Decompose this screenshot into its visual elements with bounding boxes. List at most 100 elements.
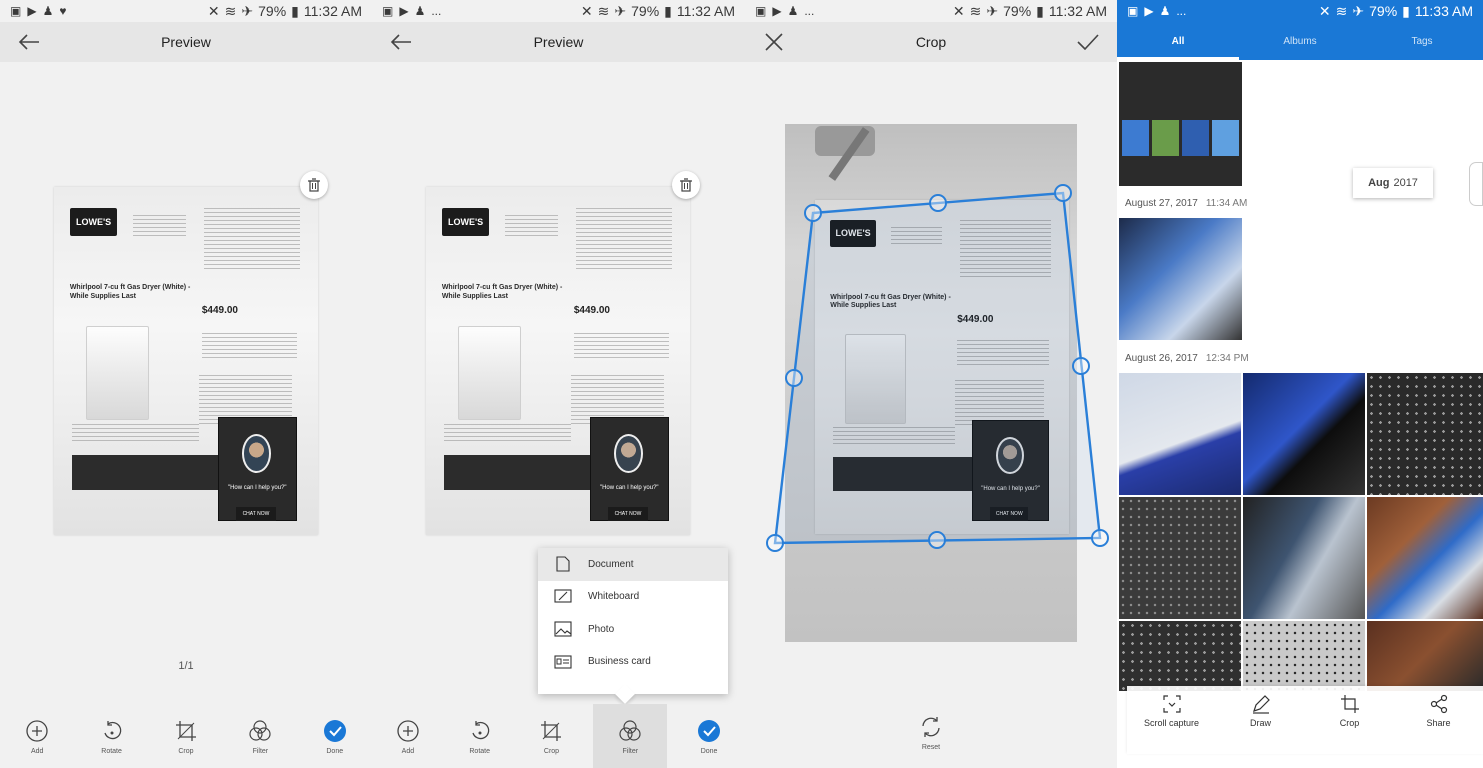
gallery-notification-icon: ▣ <box>1127 4 1139 18</box>
reset-button[interactable]: Reset <box>745 716 1117 751</box>
more-notifications-icon: ... <box>1176 4 1187 18</box>
crop-button[interactable]: Crop <box>521 720 581 768</box>
airplane-icon: ✈ <box>1352 2 1365 19</box>
crop-screenshot-button[interactable]: Crop <box>1310 694 1390 728</box>
battery-text: 79% <box>631 3 660 19</box>
mute-icon: ✕ <box>1318 2 1331 19</box>
dryer-image <box>457 326 522 421</box>
gallery-tabs: All Albums Tags <box>1117 22 1483 60</box>
filter-icon <box>249 720 271 741</box>
chat-now-button: CHAT NOW <box>608 507 648 522</box>
filter-button[interactable]: Filter <box>230 720 290 768</box>
back-arrow-icon[interactable] <box>388 30 414 54</box>
pen-icon <box>1252 695 1270 714</box>
screenshot-action-bar: Scroll capture Draw Crop Share <box>1127 686 1483 754</box>
filter-option-business-card[interactable]: Business card <box>538 646 728 679</box>
wifi-icon: ≋ <box>224 2 237 19</box>
gallery-notification-icon: ▣ <box>10 4 22 18</box>
crop-icon <box>1340 695 1359 713</box>
wifi-icon: ≋ <box>1335 2 1348 19</box>
date-header: August 26, 2017 12:34 PM <box>1125 353 1249 364</box>
tab-albums[interactable]: Albums <box>1239 22 1361 60</box>
play-store-icon: ▶ <box>1144 4 1154 18</box>
done-button[interactable]: Done <box>679 720 739 768</box>
add-button[interactable]: Add <box>378 720 438 768</box>
photo-thumbnail[interactable] <box>1243 373 1365 495</box>
photo-thumbnail[interactable] <box>1367 621 1483 691</box>
mute-icon: ✕ <box>580 2 593 19</box>
preview-screen: ▣ ▶ ♟ ♥ ✕ ≋ ✈ 79% ▮ 11:32 AM Preview LOW… <box>0 0 372 768</box>
photo-thumbnail[interactable] <box>1119 373 1241 495</box>
page-title: Preview <box>533 34 584 50</box>
person-icon: ♟ <box>414 4 426 18</box>
filter-option-document[interactable]: Document <box>538 548 728 581</box>
rotate-button[interactable]: Rotate <box>82 720 142 768</box>
more-notifications-icon: ... <box>431 4 442 18</box>
filter-button[interactable]: Filter <box>593 704 668 768</box>
gallery-screen: ▣ ▶ ♟ ... ✕ ≋ ✈ 79% ▮ 11:33 AM All Album… <box>1117 0 1483 768</box>
scroll-capture-icon <box>1162 695 1181 713</box>
crop-frame[interactable] <box>745 0 1117 768</box>
filter-option-photo[interactable]: Photo <box>538 613 728 646</box>
photo-thumbnail[interactable] <box>1119 62 1242 186</box>
person-icon: ♟ <box>42 4 54 18</box>
filter-menu: Document Whiteboard Photo Business card <box>538 548 728 704</box>
chat-now-button: CHAT NOW <box>236 507 276 522</box>
product-headline: Whirlpool 7-cu ft Gas Dryer (White) - Wh… <box>69 284 191 301</box>
battery-icon: ▮ <box>1402 2 1410 19</box>
date-header: August 27, 2017 11:34 AM <box>1125 198 1248 209</box>
chat-question: "How can I help you?" <box>227 485 287 492</box>
clock: 11:32 AM <box>676 3 735 19</box>
add-icon <box>26 720 48 742</box>
gallery-notification-icon: ▣ <box>382 4 394 18</box>
bottom-toolbar: Add Rotate Crop Filter Done <box>372 704 745 768</box>
filter-option-whiteboard[interactable]: Whiteboard <box>538 581 728 614</box>
clock: 11:32 AM <box>303 3 362 19</box>
draw-button[interactable]: Draw <box>1221 694 1301 728</box>
tab-all[interactable]: All <box>1117 22 1239 60</box>
rotate-icon <box>472 721 489 740</box>
delete-page-button[interactable] <box>672 171 700 199</box>
photo-thumbnail[interactable] <box>1367 497 1483 619</box>
status-bar: ▣ ▶ ♟ ♥ ✕ ≋ ✈ 79% ▮ 11:32 AM <box>0 0 372 22</box>
add-button[interactable]: Add <box>7 720 67 768</box>
photo-thumbnail[interactable] <box>1243 497 1365 619</box>
dryer-image <box>85 326 150 421</box>
crop-button[interactable]: Crop <box>156 720 216 768</box>
chat-popup: "How can I help you?" <box>589 416 669 522</box>
photo-thumbnail[interactable] <box>1367 373 1483 495</box>
airplane-icon: ✈ <box>241 2 254 19</box>
month-scroll-indicator: Aug 2017 <box>1353 168 1433 198</box>
rotate-button[interactable]: Rotate <box>450 720 510 768</box>
delete-page-button[interactable] <box>300 171 328 199</box>
back-arrow-icon[interactable] <box>16 30 42 54</box>
photo-thumbnail[interactable] <box>1243 621 1365 691</box>
status-bar: ▣ ▶ ♟ ... ✕ ≋ ✈ 79% ▮ 11:33 AM <box>1117 0 1483 22</box>
crop-handle-top <box>929 194 947 212</box>
photo-thumbnail[interactable] <box>1119 218 1242 340</box>
status-bar: ▣ ▶ ♟ ... ✕ ≋ ✈ 79% ▮ 11:32 AM <box>372 0 745 22</box>
rotate-icon <box>103 721 121 740</box>
trash-icon <box>308 178 320 192</box>
photo-thumbnail[interactable] <box>1119 497 1241 619</box>
bottom-toolbar: Add Rotate Crop Filter Done <box>0 704 372 768</box>
wifi-icon: ≋ <box>597 2 610 19</box>
play-store-icon: ▶ <box>27 4 37 18</box>
product-price: $449.00 <box>201 305 238 317</box>
crop-handle-top-left <box>804 204 822 222</box>
agent-avatar <box>613 434 644 473</box>
preview-filter-screen: ▣ ▶ ♟ ... ✕ ≋ ✈ 79% ▮ 11:32 AM Preview L… <box>372 0 745 768</box>
add-icon <box>397 720 419 742</box>
checkmark-circle-icon <box>698 720 721 742</box>
crop-icon <box>541 721 562 741</box>
share-button[interactable]: Share <box>1399 694 1479 728</box>
trash-icon <box>680 178 692 192</box>
airplane-icon: ✈ <box>614 2 627 19</box>
fast-scroll-handle[interactable] <box>1469 162 1483 206</box>
filter-icon <box>619 720 641 741</box>
app-bar: Preview <box>0 22 372 62</box>
tab-tags[interactable]: Tags <box>1361 22 1483 60</box>
scroll-capture-button[interactable]: Scroll capture <box>1132 694 1212 728</box>
done-button[interactable]: Done <box>305 720 365 768</box>
photo-thumbnail[interactable] <box>1119 621 1241 691</box>
